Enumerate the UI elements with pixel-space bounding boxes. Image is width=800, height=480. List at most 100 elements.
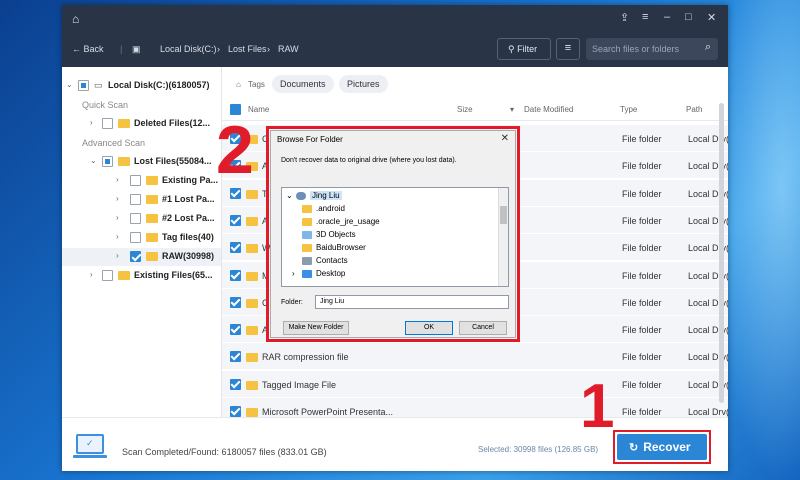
checkbox[interactable] (130, 232, 141, 243)
breadcrumb-drive[interactable]: Local Disk(C:) (160, 44, 217, 54)
filter-button[interactable]: ⚲ Filter (497, 38, 551, 60)
row-checkbox[interactable] (230, 296, 241, 308)
tag-pictures[interactable]: Pictures (339, 75, 388, 93)
minimize-icon[interactable]: – (664, 11, 670, 23)
column-type[interactable]: Type (620, 105, 637, 114)
tag-icon: ⌂ (236, 80, 241, 89)
tree-item-deleted-files[interactable]: › Deleted Files(12... (62, 115, 222, 133)
search-icon[interactable]: ⌕ (705, 41, 711, 54)
folder-tree-item[interactable]: 3D Objects (302, 229, 498, 242)
menu-button[interactable]: ≡ (556, 38, 580, 60)
advanced-scan-label: Advanced Scan (82, 138, 146, 148)
row-type: File folder (622, 325, 662, 336)
checkbox[interactable] (102, 156, 113, 167)
chevron-right-icon[interactable]: › (116, 213, 119, 222)
dialog-scrollbar[interactable] (498, 188, 508, 286)
home-icon[interactable]: ⌂ (72, 12, 79, 26)
laptop-icon: ✓ (73, 434, 107, 458)
table-row[interactable]: Tagged Image FileFile folderLocal Drv(C:… (222, 370, 728, 398)
chevron-down-icon[interactable]: ⌄ (66, 80, 73, 89)
folder-tree-item[interactable]: Contacts (302, 255, 498, 268)
folder-icon (146, 233, 158, 242)
row-type: File folder (622, 215, 662, 226)
checkbox[interactable] (130, 175, 141, 186)
chevron-right-icon[interactable]: › (116, 232, 119, 241)
chevron-right-icon[interactable]: › (292, 269, 295, 278)
folder-tree-item[interactable]: BaiduBrowser (302, 242, 498, 255)
column-path[interactable]: Path (686, 105, 702, 114)
scrollbar-thumb[interactable] (500, 206, 507, 224)
folder-field[interactable]: Jing Liu (315, 295, 509, 309)
checkbox[interactable] (102, 118, 113, 129)
user-icon (296, 192, 306, 200)
row-name: RAR compression file (262, 352, 349, 363)
row-checkbox[interactable] (230, 324, 241, 336)
scrollbar[interactable] (719, 103, 724, 403)
tree-label: #2 Lost Pa... (162, 213, 215, 223)
tag-documents[interactable]: Documents (272, 75, 334, 93)
tree-label: RAW(30998) (162, 251, 215, 261)
tree-item-tag-files[interactable]: › Tag files(40) (62, 229, 222, 247)
tree-item-raw[interactable]: › RAW(30998) (62, 248, 221, 266)
checkbox[interactable] (78, 80, 89, 91)
column-date[interactable]: Date Modified (524, 105, 573, 114)
chevron-right-icon[interactable]: › (116, 194, 119, 203)
row-checkbox[interactable] (230, 378, 241, 390)
tree-item-existing-partition[interactable]: › Existing Pa... (62, 172, 222, 190)
folder-tree-item[interactable]: › Desktop (292, 268, 498, 281)
browse-for-folder-dialog: Browse For Folder ✕ Don't recover data t… (270, 130, 516, 338)
row-checkbox[interactable] (230, 351, 241, 363)
folder-tree-item[interactable]: ⌄ Jing Liu (286, 190, 498, 203)
chevron-down-icon[interactable]: ⌄ (286, 191, 293, 200)
tree-label: Existing Files(65... (134, 270, 213, 280)
chevron-right-icon[interactable]: › (90, 118, 93, 127)
breadcrumb-lost-files[interactable]: Lost Files (228, 44, 267, 54)
share-icon[interactable]: ⇪ (620, 11, 629, 24)
checkbox[interactable] (130, 213, 141, 224)
ok-button[interactable]: OK (405, 321, 453, 335)
row-checkbox[interactable] (230, 406, 241, 417)
row-checkbox[interactable] (230, 242, 241, 254)
row-path: Local Drv(C:\Lost F... (688, 407, 728, 417)
filter-icon: ⚲ (508, 44, 515, 54)
row-name: Microsoft PowerPoint Presenta... (262, 407, 394, 417)
tree-item-existing-files[interactable]: › Existing Files(65... (62, 267, 222, 285)
table-row[interactable]: RAR compression fileFile folderLocal Drv… (222, 343, 728, 371)
chevron-right-icon[interactable]: › (90, 270, 93, 279)
tree-item-lost-partition-2[interactable]: › #2 Lost Pa... (62, 210, 222, 228)
folder-tree-item[interactable]: .oracle_jre_usage (302, 216, 498, 229)
folder-icon (246, 326, 258, 336)
checkbox[interactable] (130, 194, 141, 205)
search-input[interactable] (592, 42, 692, 56)
tree-root[interactable]: ⌄ ▭ Local Disk(C:)(6180057) (62, 77, 222, 95)
table-header: Name Size ▾ Date Modified Type Path (222, 99, 728, 121)
row-type: File folder (622, 188, 662, 199)
cancel-button[interactable]: Cancel (459, 321, 507, 335)
breadcrumb-raw[interactable]: RAW (278, 44, 299, 54)
recover-button[interactable]: ↻ Recover (617, 434, 707, 460)
row-type: File folder (622, 352, 662, 363)
row-type: File folder (622, 297, 662, 308)
row-checkbox[interactable] (230, 269, 241, 281)
back-button[interactable]: ← Back (72, 44, 104, 54)
row-checkbox[interactable] (230, 214, 241, 226)
toolbar: ← Back | ▣ Local Disk(C:) › Lost Files ›… (62, 33, 728, 67)
chevron-down-icon[interactable]: ⌄ (90, 156, 97, 165)
checkbox[interactable] (102, 270, 113, 281)
close-icon[interactable]: ✕ (501, 133, 509, 144)
chevron-right-icon[interactable]: › (116, 251, 119, 260)
maximize-icon[interactable]: □ (685, 11, 692, 23)
make-new-folder-button[interactable]: Make New Folder (283, 321, 349, 335)
tree-item-lost-files[interactable]: ⌄ Lost Files(55084... (62, 153, 222, 171)
settings-icon[interactable]: ≡ (642, 11, 648, 23)
column-size[interactable]: Size (457, 105, 473, 114)
chevron-right-icon[interactable]: › (116, 175, 119, 184)
checkbox[interactable] (130, 251, 141, 262)
folder-tree-item[interactable]: .android (302, 203, 498, 216)
sort-down-icon[interactable]: ▾ (510, 105, 514, 114)
tree-item-lost-partition-1[interactable]: › #1 Lost Pa... (62, 191, 222, 209)
folder-label: BaiduBrowser (316, 243, 366, 252)
row-checkbox[interactable] (230, 187, 241, 199)
quick-scan-label: Quick Scan (82, 100, 129, 110)
close-icon[interactable]: ✕ (707, 11, 716, 24)
